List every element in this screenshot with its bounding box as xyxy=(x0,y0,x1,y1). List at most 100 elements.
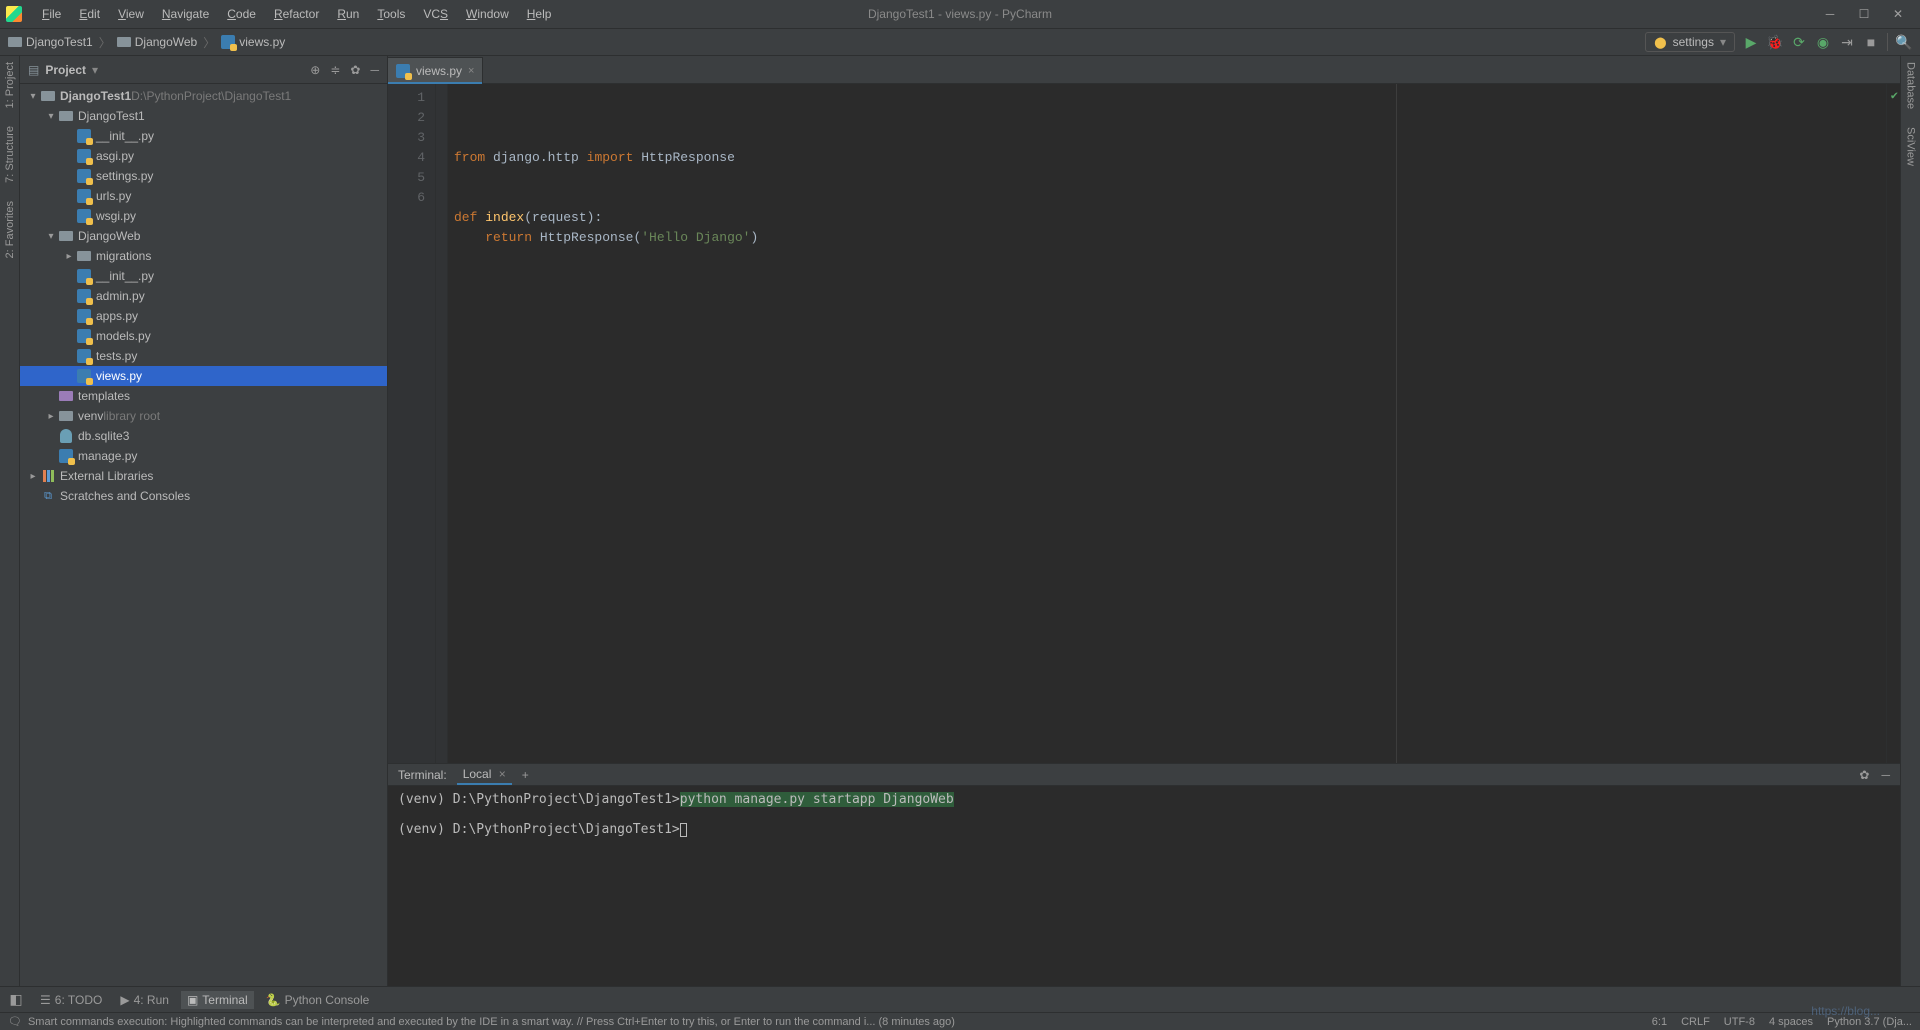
tree-node[interactable]: views.py xyxy=(20,366,387,386)
line-number[interactable]: 5 xyxy=(388,168,425,188)
expand-arrow-icon[interactable]: ▸ xyxy=(26,471,40,482)
editor-tab[interactable]: views.py× xyxy=(388,57,483,83)
rail-sciview[interactable]: SciView xyxy=(1905,127,1917,166)
rail-structure[interactable]: 7: Structure xyxy=(4,126,16,183)
toolwin-terminal[interactable]: ▣Terminal xyxy=(181,991,254,1009)
expand-arrow-icon[interactable]: ▾ xyxy=(44,231,58,242)
project-panel-title[interactable]: Project xyxy=(45,63,86,77)
search-icon[interactable]: 🔍 xyxy=(1896,34,1912,50)
locate-icon[interactable]: ⊕ xyxy=(310,63,320,77)
editor[interactable]: 123456 from django.http import HttpRespo… xyxy=(388,84,1900,763)
status-indicator[interactable]: 4 spaces xyxy=(1769,1016,1813,1028)
code-line[interactable]: def index(request): xyxy=(454,208,1880,228)
line-number[interactable]: 1 xyxy=(388,88,425,108)
code-line[interactable]: return HttpResponse('Hello Django') xyxy=(454,228,1880,248)
toolwin-pythonconsole[interactable]: 🐍Python Console xyxy=(260,991,376,1009)
menu-window[interactable]: Window xyxy=(458,3,517,25)
close-tab-icon[interactable]: × xyxy=(495,767,506,781)
breadcrumb-item[interactable]: DjangoTest1 xyxy=(8,35,93,49)
chevron-down-icon[interactable]: ▾ xyxy=(92,63,98,77)
tree-node[interactable]: models.py xyxy=(20,326,387,346)
event-log-icon[interactable]: 🗨 xyxy=(8,1015,22,1028)
tree-node[interactable]: settings.py xyxy=(20,166,387,186)
toolwin-todo[interactable]: ☰6: TODO xyxy=(34,991,108,1009)
terminal-body[interactable]: (venv) D:\PythonProject\DjangoTest1>pyth… xyxy=(388,786,1900,986)
code-line[interactable] xyxy=(454,248,1880,268)
expand-arrow-icon[interactable]: ▾ xyxy=(26,91,40,102)
rail-favorites[interactable]: 2: Favorites xyxy=(4,201,16,258)
terminal-tab-local[interactable]: Local × xyxy=(457,765,512,785)
tool-window-toggle-icon[interactable]: ◧ xyxy=(8,992,24,1008)
tree-node[interactable]: ▸migrations xyxy=(20,246,387,266)
tree-node[interactable]: wsgi.py xyxy=(20,206,387,226)
menu-tools[interactable]: Tools xyxy=(369,3,413,25)
expand-arrow-icon[interactable]: ▸ xyxy=(62,251,76,262)
project-tree[interactable]: ▾DjangoTest1 D:\PythonProject\DjangoTest… xyxy=(20,84,387,986)
code-line[interactable]: from django.http import HttpResponse xyxy=(454,148,1880,168)
tree-node[interactable]: __init__.py xyxy=(20,126,387,146)
menu-vcs[interactable]: VCS xyxy=(415,3,456,25)
status-indicator[interactable]: CRLF xyxy=(1681,1016,1710,1028)
rail-project[interactable]: 1: Project xyxy=(4,62,16,108)
add-terminal-button[interactable]: + xyxy=(522,768,529,782)
tree-node[interactable]: db.sqlite3 xyxy=(20,426,387,446)
menu-refactor[interactable]: Refactor xyxy=(266,3,327,25)
tree-node[interactable]: ▸External Libraries xyxy=(20,466,387,486)
terminal-gear-icon[interactable]: ✿ xyxy=(1859,768,1869,782)
menu-navigate[interactable]: Navigate xyxy=(154,3,217,25)
debug-button[interactable]: 🐞 xyxy=(1767,34,1783,50)
tree-node[interactable]: ▾DjangoWeb xyxy=(20,226,387,246)
code-area[interactable]: from django.http import HttpResponse def … xyxy=(448,84,1886,763)
hide-icon[interactable]: ─ xyxy=(370,63,379,77)
tree-node[interactable]: ⧉Scratches and Consoles xyxy=(20,486,387,506)
line-number[interactable]: 6 xyxy=(388,188,425,208)
menu-view[interactable]: View xyxy=(110,3,152,25)
expand-arrow-icon[interactable]: ▸ xyxy=(44,411,58,422)
minimize-button[interactable]: ─ xyxy=(1824,8,1836,20)
menu-code[interactable]: Code xyxy=(219,3,264,25)
code-line[interactable] xyxy=(454,168,1880,188)
menu-edit[interactable]: Edit xyxy=(71,3,108,25)
tree-node[interactable]: __init__.py xyxy=(20,266,387,286)
line-gutter[interactable]: 123456 xyxy=(388,84,436,763)
profile-button[interactable]: ◉ xyxy=(1815,34,1831,50)
run-coverage-button[interactable]: ⟳ xyxy=(1791,34,1807,50)
breadcrumb-item[interactable]: DjangoWeb xyxy=(117,35,197,49)
tree-node[interactable]: asgi.py xyxy=(20,146,387,166)
expand-arrow-icon[interactable]: ▾ xyxy=(44,111,58,122)
menu-file[interactable]: File xyxy=(34,3,69,25)
line-number[interactable]: 2 xyxy=(388,108,425,128)
fold-gutter[interactable] xyxy=(436,84,448,763)
status-indicator[interactable]: 6:1 xyxy=(1652,1016,1667,1028)
line-number[interactable]: 3 xyxy=(388,128,425,148)
collapse-icon[interactable]: ≑ xyxy=(330,63,340,77)
marker-bar[interactable]: ✔ xyxy=(1886,84,1900,763)
tree-node[interactable]: ▾DjangoTest1 D:\PythonProject\DjangoTest… xyxy=(20,86,387,106)
run-config-selector[interactable]: ⬤ settings ▾ xyxy=(1645,32,1735,52)
toolwin-run[interactable]: ▶4: Run xyxy=(114,991,175,1009)
close-tab-icon[interactable]: × xyxy=(468,65,474,77)
maximize-button[interactable]: ☐ xyxy=(1858,8,1870,20)
close-button[interactable]: ✕ xyxy=(1892,8,1904,20)
status-indicator[interactable]: UTF-8 xyxy=(1724,1016,1755,1028)
attach-button[interactable]: ⇥ xyxy=(1839,34,1855,50)
toolwin-icon: ▶ xyxy=(120,993,129,1007)
tree-node[interactable]: templates xyxy=(20,386,387,406)
terminal-hide-icon[interactable]: ─ xyxy=(1881,768,1890,782)
code-line[interactable] xyxy=(454,188,1880,208)
tree-node[interactable]: manage.py xyxy=(20,446,387,466)
tree-node[interactable]: ▸venv library root xyxy=(20,406,387,426)
stop-button[interactable]: ■ xyxy=(1863,34,1879,50)
tree-node[interactable]: tests.py xyxy=(20,346,387,366)
menu-help[interactable]: Help xyxy=(519,3,560,25)
run-button[interactable]: ▶ xyxy=(1743,34,1759,50)
tree-node[interactable]: admin.py xyxy=(20,286,387,306)
tree-node[interactable]: ▾DjangoTest1 xyxy=(20,106,387,126)
line-number[interactable]: 4 xyxy=(388,148,425,168)
rail-database[interactable]: Database xyxy=(1905,62,1917,109)
gear-icon[interactable]: ✿ xyxy=(350,63,360,77)
tree-node[interactable]: urls.py xyxy=(20,186,387,206)
menu-run[interactable]: Run xyxy=(329,3,367,25)
breadcrumb-item[interactable]: views.py xyxy=(221,35,285,49)
tree-node[interactable]: apps.py xyxy=(20,306,387,326)
